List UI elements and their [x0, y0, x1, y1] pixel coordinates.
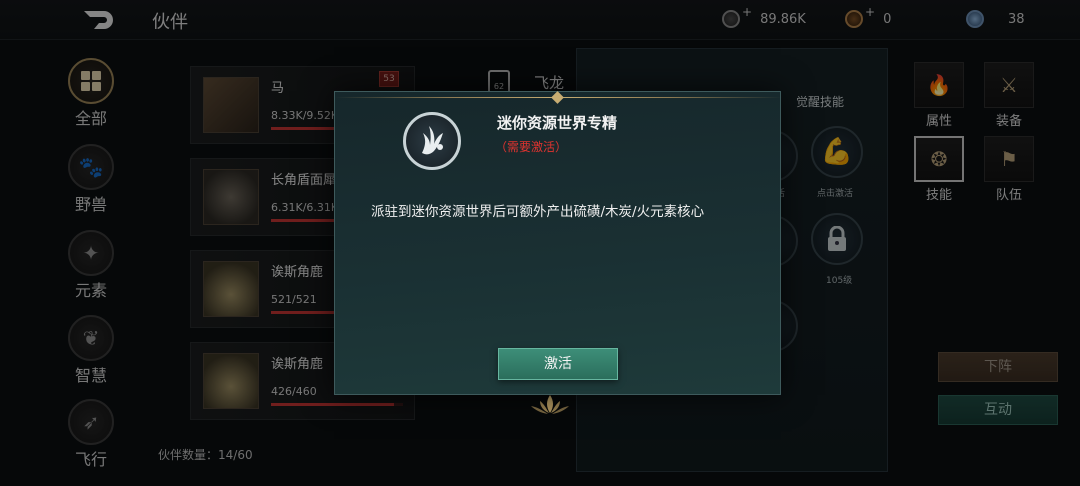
dialog-title: 迷你资源世界专精: [497, 114, 618, 132]
dialog-description: 派驻到迷你资源世界后可额外产出硫磺/木炭/火元素核心: [371, 204, 705, 220]
dialog-gem-ornament: [551, 91, 564, 104]
hand-emblem-icon: [403, 112, 461, 170]
specialization-dialog: 迷你资源世界专精 （需要激活） 派驻到迷你资源世界后可额外产出硫磺/木炭/火元素…: [334, 91, 782, 395]
activate-button[interactable]: 激活: [498, 348, 618, 380]
lotus-ornament-icon: [531, 395, 569, 414]
activation-requirement: （需要激活）: [495, 140, 568, 154]
